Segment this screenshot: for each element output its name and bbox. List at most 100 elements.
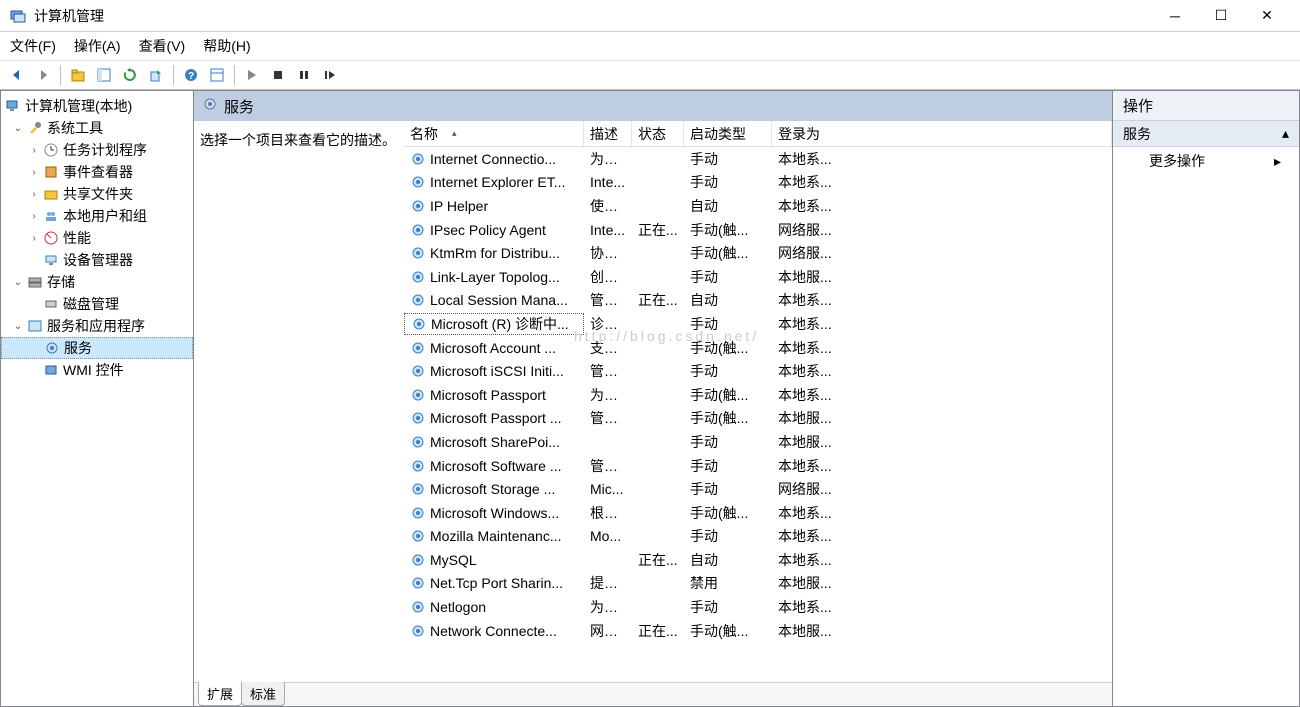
service-row[interactable]: Microsoft Storage ...Mic...手动网络服... bbox=[404, 477, 1112, 501]
service-row[interactable]: Link-Layer Topolog...创建...手动本地服... bbox=[404, 265, 1112, 289]
service-row[interactable]: Internet Connectio...为家...手动本地系... bbox=[404, 147, 1112, 171]
expand-icon[interactable]: › bbox=[27, 145, 41, 156]
close-button[interactable]: ✕ bbox=[1244, 0, 1290, 32]
column-status[interactable]: 状态 bbox=[632, 121, 684, 146]
tree-servicesapps[interactable]: ⌄ 服务和应用程序 bbox=[1, 315, 193, 337]
service-row[interactable]: IPsec Policy AgentInte...正在...手动(触...网络服… bbox=[404, 218, 1112, 242]
service-row[interactable]: MySQL正在...自动本地系... bbox=[404, 548, 1112, 572]
service-row[interactable]: Microsoft Windows...根据...手动(触...本地系... bbox=[404, 501, 1112, 525]
minimize-button[interactable]: ─ bbox=[1152, 0, 1198, 32]
tree-localusers[interactable]: › 本地用户和组 bbox=[1, 205, 193, 227]
service-row[interactable]: Microsoft Passport ...管理...手动(触...本地服... bbox=[404, 407, 1112, 431]
gear-icon bbox=[410, 458, 426, 474]
tree-systools[interactable]: ⌄ 系统工具 bbox=[1, 117, 193, 139]
menu-help[interactable]: 帮助(H) bbox=[203, 36, 250, 56]
panel-title: 服务 bbox=[224, 96, 254, 117]
refresh-button[interactable] bbox=[119, 64, 141, 86]
expand-icon[interactable]: › bbox=[27, 233, 41, 244]
back-button[interactable] bbox=[6, 64, 28, 86]
maximize-button[interactable]: ☐ bbox=[1198, 0, 1244, 32]
cell-startup: 手动 bbox=[684, 314, 772, 334]
column-logon[interactable]: 登录为 bbox=[772, 121, 1112, 146]
tree-label: 设备管理器 bbox=[63, 250, 133, 270]
column-desc[interactable]: 描述 bbox=[584, 121, 632, 146]
tree-label: 事件查看器 bbox=[63, 162, 133, 182]
pause-button[interactable] bbox=[293, 64, 315, 86]
gear-icon bbox=[410, 528, 426, 544]
tree-wmi[interactable]: WMI 控件 bbox=[1, 359, 193, 381]
cell-startup: 手动(触... bbox=[684, 408, 772, 428]
tab-standard[interactable]: 标准 bbox=[241, 682, 285, 706]
service-row[interactable]: Microsoft iSCSI Initi...管理...手动本地系... bbox=[404, 359, 1112, 383]
stop-button[interactable] bbox=[267, 64, 289, 86]
column-startup[interactable]: 启动类型 bbox=[684, 121, 772, 146]
cell-logon: 本地系... bbox=[772, 172, 842, 192]
cell-desc: 创建... bbox=[584, 267, 632, 287]
collapse-icon[interactable]: ⌄ bbox=[11, 123, 25, 134]
cell-name: Internet Connectio... bbox=[404, 151, 584, 167]
cell-desc: 诊断... bbox=[584, 314, 632, 334]
action-more[interactable]: 更多操作 ▸ bbox=[1113, 147, 1299, 175]
tree-storage[interactable]: ⌄ 存储 bbox=[1, 271, 193, 293]
tree-diskmgmt[interactable]: 磁盘管理 bbox=[1, 293, 193, 315]
expand-icon[interactable]: › bbox=[27, 189, 41, 200]
up-button[interactable] bbox=[67, 64, 89, 86]
tree-label: 磁盘管理 bbox=[63, 294, 119, 314]
help-button[interactable]: ? bbox=[180, 64, 202, 86]
service-row[interactable]: Mozilla Maintenanc...Mo...手动本地系... bbox=[404, 525, 1112, 549]
show-hide-button[interactable] bbox=[93, 64, 115, 86]
menu-action[interactable]: 操作(A) bbox=[74, 36, 121, 56]
cell-desc: 为家... bbox=[584, 149, 632, 169]
tree-taskscheduler[interactable]: › 任务计划程序 bbox=[1, 139, 193, 161]
properties-button[interactable] bbox=[206, 64, 228, 86]
forward-button[interactable] bbox=[32, 64, 54, 86]
cell-startup: 手动(触... bbox=[684, 338, 772, 358]
actions-panel: 操作 服务 ▴ 更多操作 ▸ bbox=[1113, 90, 1300, 707]
actions-band[interactable]: 服务 ▴ bbox=[1113, 121, 1299, 147]
tree-services[interactable]: 服务 bbox=[1, 337, 193, 359]
service-row[interactable]: KtmRm for Distribu...协调...手动(触...网络服... bbox=[404, 241, 1112, 265]
expand-icon[interactable]: › bbox=[27, 167, 41, 178]
cell-logon: 本地服... bbox=[772, 621, 842, 641]
cell-logon: 本地系... bbox=[772, 550, 842, 570]
cell-logon: 本地系... bbox=[772, 314, 842, 334]
apps-icon bbox=[27, 318, 43, 334]
service-row[interactable]: Netlogon为用...手动本地系... bbox=[404, 595, 1112, 619]
tree-eventviewer[interactable]: › 事件查看器 bbox=[1, 161, 193, 183]
service-row[interactable]: Microsoft Software ...管理...手动本地系... bbox=[404, 454, 1112, 478]
column-name[interactable]: 名称▴ bbox=[404, 121, 584, 146]
tree-sharedfolders[interactable]: › 共享文件夹 bbox=[1, 183, 193, 205]
gear-icon bbox=[411, 316, 427, 332]
service-row[interactable]: Microsoft (R) 诊断中...诊断...手动本地系... bbox=[404, 312, 1112, 336]
service-row[interactable]: Local Session Mana...管理...正在...自动本地系... bbox=[404, 289, 1112, 313]
cell-name: KtmRm for Distribu... bbox=[404, 245, 584, 261]
bottom-tabs: 扩展 标准 bbox=[194, 682, 1112, 706]
cell-logon: 网络服... bbox=[772, 243, 842, 263]
service-row[interactable]: Microsoft Account ...支持...手动(触...本地系... bbox=[404, 336, 1112, 360]
tab-extended[interactable]: 扩展 bbox=[198, 682, 242, 706]
tree-root[interactable]: 计算机管理(本地) bbox=[1, 95, 193, 117]
service-row[interactable]: Internet Explorer ET...Inte...手动本地系... bbox=[404, 171, 1112, 195]
expand-icon[interactable]: › bbox=[27, 211, 41, 222]
cell-name: Microsoft Account ... bbox=[404, 340, 584, 356]
service-row[interactable]: Microsoft SharePoi...手动本地服... bbox=[404, 430, 1112, 454]
start-button[interactable] bbox=[241, 64, 263, 86]
export-button[interactable] bbox=[145, 64, 167, 86]
cell-logon: 本地系... bbox=[772, 526, 842, 546]
menu-file[interactable]: 文件(F) bbox=[10, 36, 56, 56]
menu-view[interactable]: 查看(V) bbox=[139, 36, 186, 56]
cell-status: 正在... bbox=[632, 220, 684, 240]
service-row[interactable]: IP Helper使用...自动本地系... bbox=[404, 194, 1112, 218]
tree-devicemgr[interactable]: 设备管理器 bbox=[1, 249, 193, 271]
restart-button[interactable] bbox=[319, 64, 341, 86]
list-body[interactable]: Internet Connectio...为家...手动本地系...Intern… bbox=[404, 147, 1112, 682]
collapse-icon[interactable]: ⌄ bbox=[11, 321, 25, 332]
service-row[interactable]: Microsoft Passport为用...手动(触...本地系... bbox=[404, 383, 1112, 407]
cell-name: Internet Explorer ET... bbox=[404, 174, 584, 190]
service-row[interactable]: Net.Tcp Port Sharin...提供...禁用本地服... bbox=[404, 572, 1112, 596]
description-text: 选择一个项目来查看它的描述。 bbox=[200, 132, 396, 148]
cell-name: Link-Layer Topolog... bbox=[404, 269, 584, 285]
collapse-icon[interactable]: ⌄ bbox=[11, 277, 25, 288]
service-row[interactable]: Network Connecte...网络...正在...手动(触...本地服.… bbox=[404, 619, 1112, 643]
tree-performance[interactable]: › 性能 bbox=[1, 227, 193, 249]
